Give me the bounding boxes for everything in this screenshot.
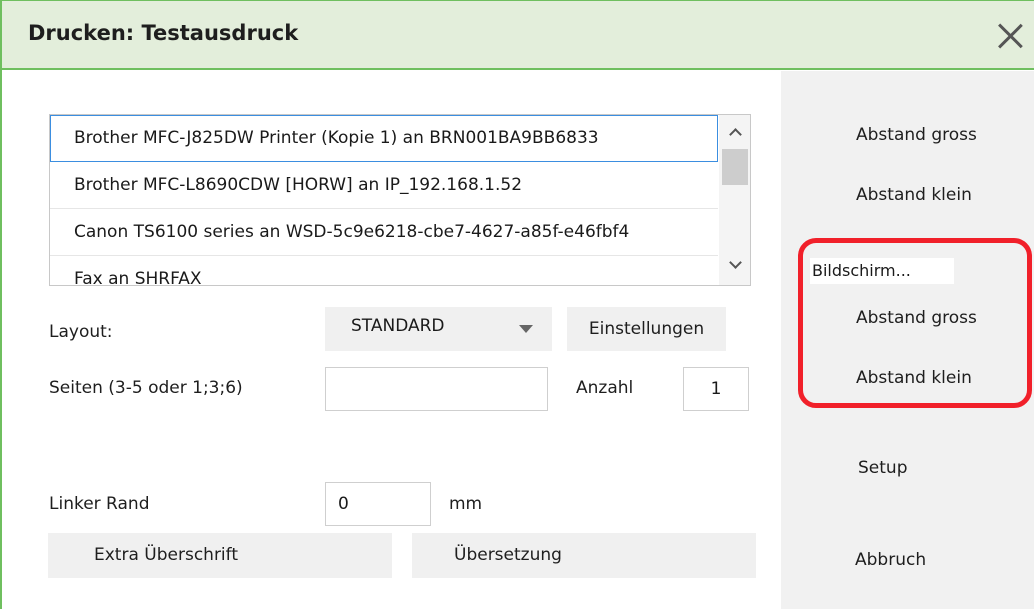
layout-dropdown-value: STANDARD <box>351 316 445 336</box>
extra-heading-button[interactable]: Extra Überschrift <box>48 533 392 578</box>
printer-list-item[interactable]: Fax an SHRFAX <box>50 256 718 285</box>
printer-list-item[interactable]: Canon TS6100 series an WSD-5c9e6218-cbe7… <box>50 209 718 256</box>
count-label: Anzahl <box>576 378 634 398</box>
printer-list[interactable]: Brother MFC-J825DW Printer (Kopie 1) an … <box>49 114 751 286</box>
printer-list-scrollbar[interactable] <box>719 115 750 285</box>
count-input[interactable]: 1 <box>683 367 749 411</box>
cancel-button[interactable]: Abbruch <box>855 550 926 570</box>
print-small-spacing-button[interactable]: Abstand klein <box>856 185 972 205</box>
left-margin-input[interactable]: 0 <box>325 482 431 526</box>
screen-small-spacing-button[interactable]: Abstand klein <box>856 368 972 388</box>
title-bar: Drucken: Testausdruck <box>2 0 1034 70</box>
printer-list-item[interactable]: Brother MFC-J825DW Printer (Kopie 1) an … <box>50 115 718 162</box>
screen-group-title: Bildschirm... <box>810 258 954 284</box>
left-margin-label: Linker Rand <box>49 494 150 514</box>
translation-button[interactable]: Übersetzung <box>412 533 756 578</box>
scrollbar-thumb[interactable] <box>722 149 748 185</box>
pages-label: Seiten (3-5 oder 1;3;6) <box>49 378 243 398</box>
chevron-down-icon <box>519 325 533 333</box>
printer-list-item[interactable]: Brother MFC-L8690CDW [HORW] an IP_192.16… <box>50 162 718 209</box>
dialog-title: Drucken: Testausdruck <box>28 21 299 45</box>
close-x-icon[interactable] <box>990 17 1030 57</box>
print-large-spacing-button[interactable]: Abstand gross <box>856 125 977 145</box>
layout-dropdown[interactable]: STANDARD <box>325 307 552 351</box>
screen-large-spacing-button[interactable]: Abstand gross <box>856 308 977 328</box>
setup-button[interactable]: Setup <box>858 458 907 478</box>
print-dialog: Drucken: Testausdruck Brother MFC-J825DW… <box>0 0 1034 609</box>
settings-button[interactable]: Einstellungen <box>567 307 726 351</box>
scroll-down-arrow-icon[interactable] <box>727 257 743 273</box>
layout-label: Layout: <box>49 322 113 342</box>
pages-input[interactable] <box>325 367 548 411</box>
margin-unit-label: mm <box>449 494 483 514</box>
scroll-up-arrow-icon[interactable] <box>727 125 743 141</box>
